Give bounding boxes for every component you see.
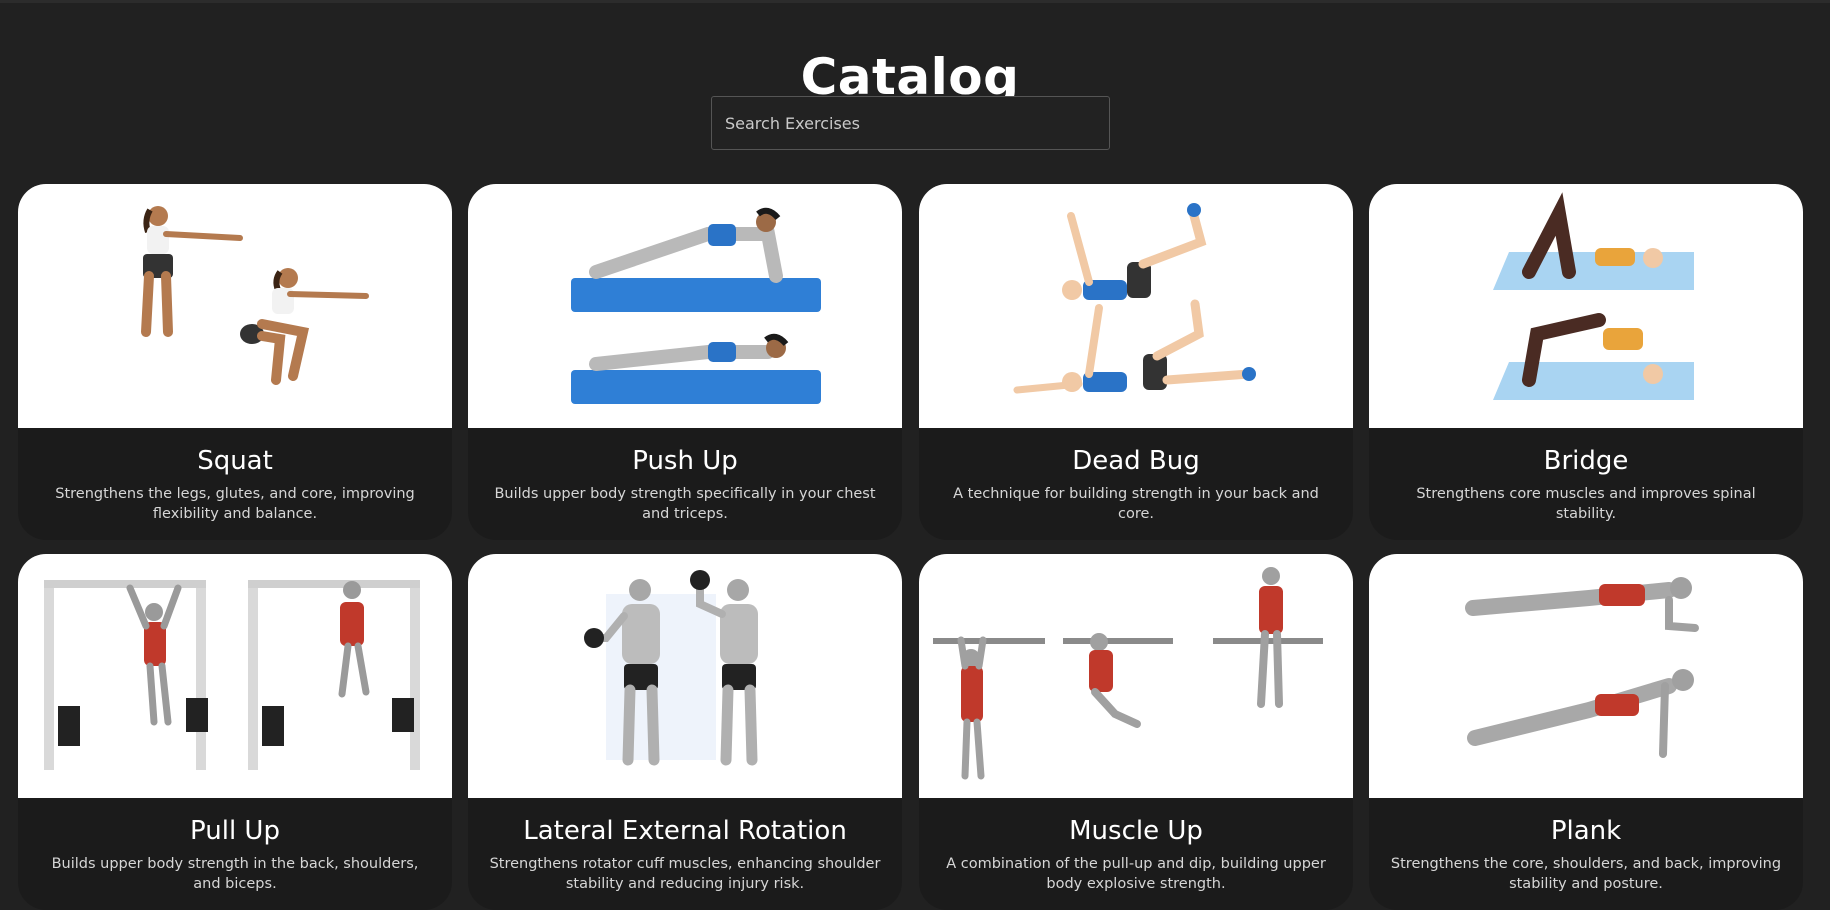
- exercise-description: Strengthens core muscles and improves sp…: [1416, 486, 1756, 522]
- exercise-description: Builds upper body strength in the back, …: [51, 856, 419, 892]
- exercise-name: Squat: [197, 446, 273, 476]
- exercise-name: Push Up: [632, 446, 738, 476]
- plank-illustration: [1369, 554, 1803, 798]
- bridge-illustration: [1369, 184, 1803, 428]
- top-border: [0, 0, 1830, 3]
- exercise-card-squat[interactable]: Squat Strengthens the legs, glutes, and …: [18, 184, 452, 540]
- exercise-name: Dead Bug: [1072, 446, 1200, 476]
- exercise-description: A combination of the pull-up and dip, bu…: [946, 856, 1326, 892]
- exercise-description: Strengthens the core, shoulders, and bac…: [1390, 856, 1782, 892]
- exercise-name: Muscle Up: [1069, 816, 1203, 846]
- exercise-card-plank[interactable]: Plank Strengthens the core, shoulders, a…: [1369, 554, 1803, 910]
- exercise-card-push-up[interactable]: Push Up Builds upper body strength speci…: [468, 184, 902, 540]
- squat-illustration: [18, 184, 452, 428]
- exercise-description: Builds upper body strength specifically …: [494, 486, 876, 522]
- exercise-card-bridge[interactable]: Bridge Strengthens core muscles and impr…: [1369, 184, 1803, 540]
- exercise-card-dead-bug[interactable]: Dead Bug A technique for building streng…: [919, 184, 1353, 540]
- exercise-card-pull-up[interactable]: Pull Up Builds upper body strength in th…: [18, 554, 452, 910]
- exercise-description: A technique for building strength in you…: [953, 486, 1319, 522]
- exercise-description: Strengthens rotator cuff muscles, enhanc…: [489, 856, 881, 892]
- pull-up-illustration: [18, 554, 452, 798]
- exercise-name: Lateral External Rotation: [523, 816, 847, 846]
- exercise-description: Strengthens the legs, glutes, and core, …: [55, 486, 415, 522]
- push-up-illustration: [468, 184, 902, 428]
- dead-bug-illustration: [919, 184, 1353, 428]
- exercise-name: Bridge: [1543, 446, 1629, 476]
- muscle-up-illustration: [919, 554, 1353, 798]
- exercise-name: Pull Up: [190, 816, 280, 846]
- search-input[interactable]: [711, 96, 1110, 150]
- exercise-card-muscle-up[interactable]: Muscle Up A combination of the pull-up a…: [919, 554, 1353, 910]
- exercise-card-lateral-external-rotation[interactable]: Lateral External Rotation Strengthens ro…: [468, 554, 902, 910]
- lateral-external-rotation-illustration: [468, 554, 902, 798]
- exercise-name: Plank: [1550, 816, 1622, 846]
